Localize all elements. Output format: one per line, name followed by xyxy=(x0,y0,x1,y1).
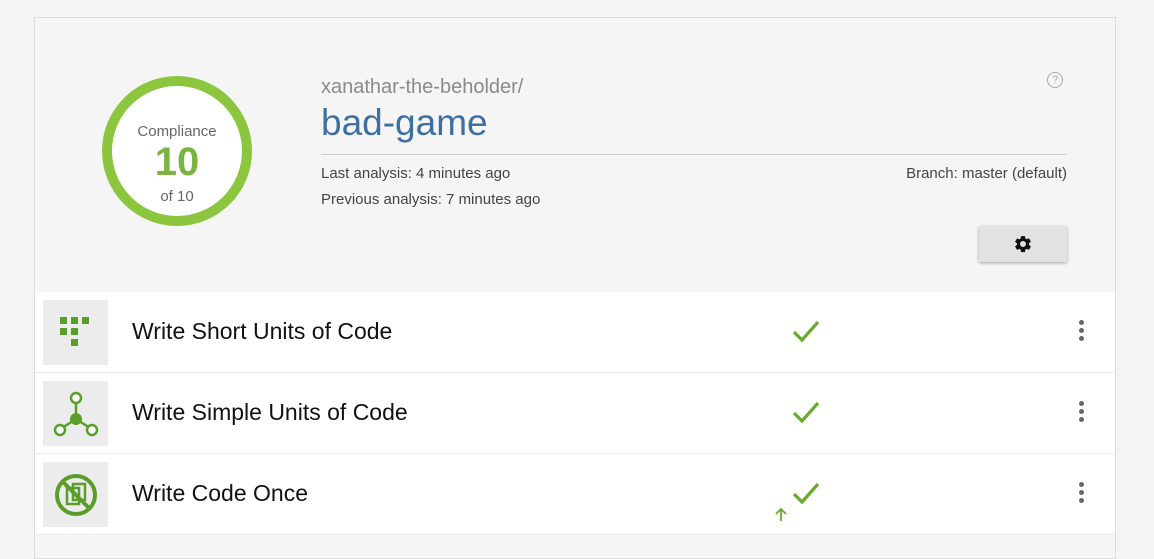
guideline-title[interactable]: Write Code Once xyxy=(132,480,308,507)
check-icon xyxy=(792,401,820,424)
compliance-score: 10 xyxy=(154,140,200,184)
guideline-title[interactable]: Write Simple Units of Code xyxy=(132,399,408,426)
compliance-ring: Compliance 10 of 10 xyxy=(102,76,252,226)
compliance-total: of 10 xyxy=(160,188,194,205)
guideline-row[interactable]: Write Short Units of Code xyxy=(35,292,1115,373)
header-divider xyxy=(321,154,1067,155)
guideline-icon-box xyxy=(43,381,108,446)
repo-owner[interactable]: xanathar-the-beholder/ xyxy=(321,76,523,99)
no-duplication-icon xyxy=(54,473,97,516)
guideline-list: Write Short Units of Code Write Simple U… xyxy=(35,292,1115,535)
project-header: Compliance 10 of 10 xanathar-the-beholde… xyxy=(35,18,1115,292)
gear-icon xyxy=(1015,236,1031,253)
settings-button[interactable] xyxy=(979,226,1067,262)
more-menu-button[interactable] xyxy=(1075,482,1087,506)
arrow-up-icon xyxy=(775,507,787,521)
last-analysis: Last analysis: 4 minutes ago xyxy=(321,165,511,182)
compliance-caption: Compliance xyxy=(137,123,217,140)
guideline-row[interactable]: Write Code Once xyxy=(35,454,1115,535)
check-icon xyxy=(792,482,820,505)
guideline-title[interactable]: Write Short Units of Code xyxy=(132,318,392,345)
guideline-row[interactable]: Write Simple Units of Code xyxy=(35,373,1115,454)
simple-units-icon xyxy=(53,391,98,436)
project-card: Compliance 10 of 10 xanathar-the-beholde… xyxy=(34,17,1116,559)
more-menu-button[interactable] xyxy=(1075,320,1087,344)
more-menu-button[interactable] xyxy=(1075,401,1087,425)
guideline-icon-box xyxy=(43,462,108,527)
help-icon[interactable]: ? xyxy=(1047,72,1063,88)
check-icon xyxy=(792,320,820,343)
repo-name[interactable]: bad-game xyxy=(321,102,488,144)
short-units-icon xyxy=(59,316,89,346)
branch-label: Branch: master (default) xyxy=(906,165,1067,182)
previous-analysis: Previous analysis: 7 minutes ago xyxy=(321,191,541,208)
guideline-icon-box xyxy=(43,300,108,365)
